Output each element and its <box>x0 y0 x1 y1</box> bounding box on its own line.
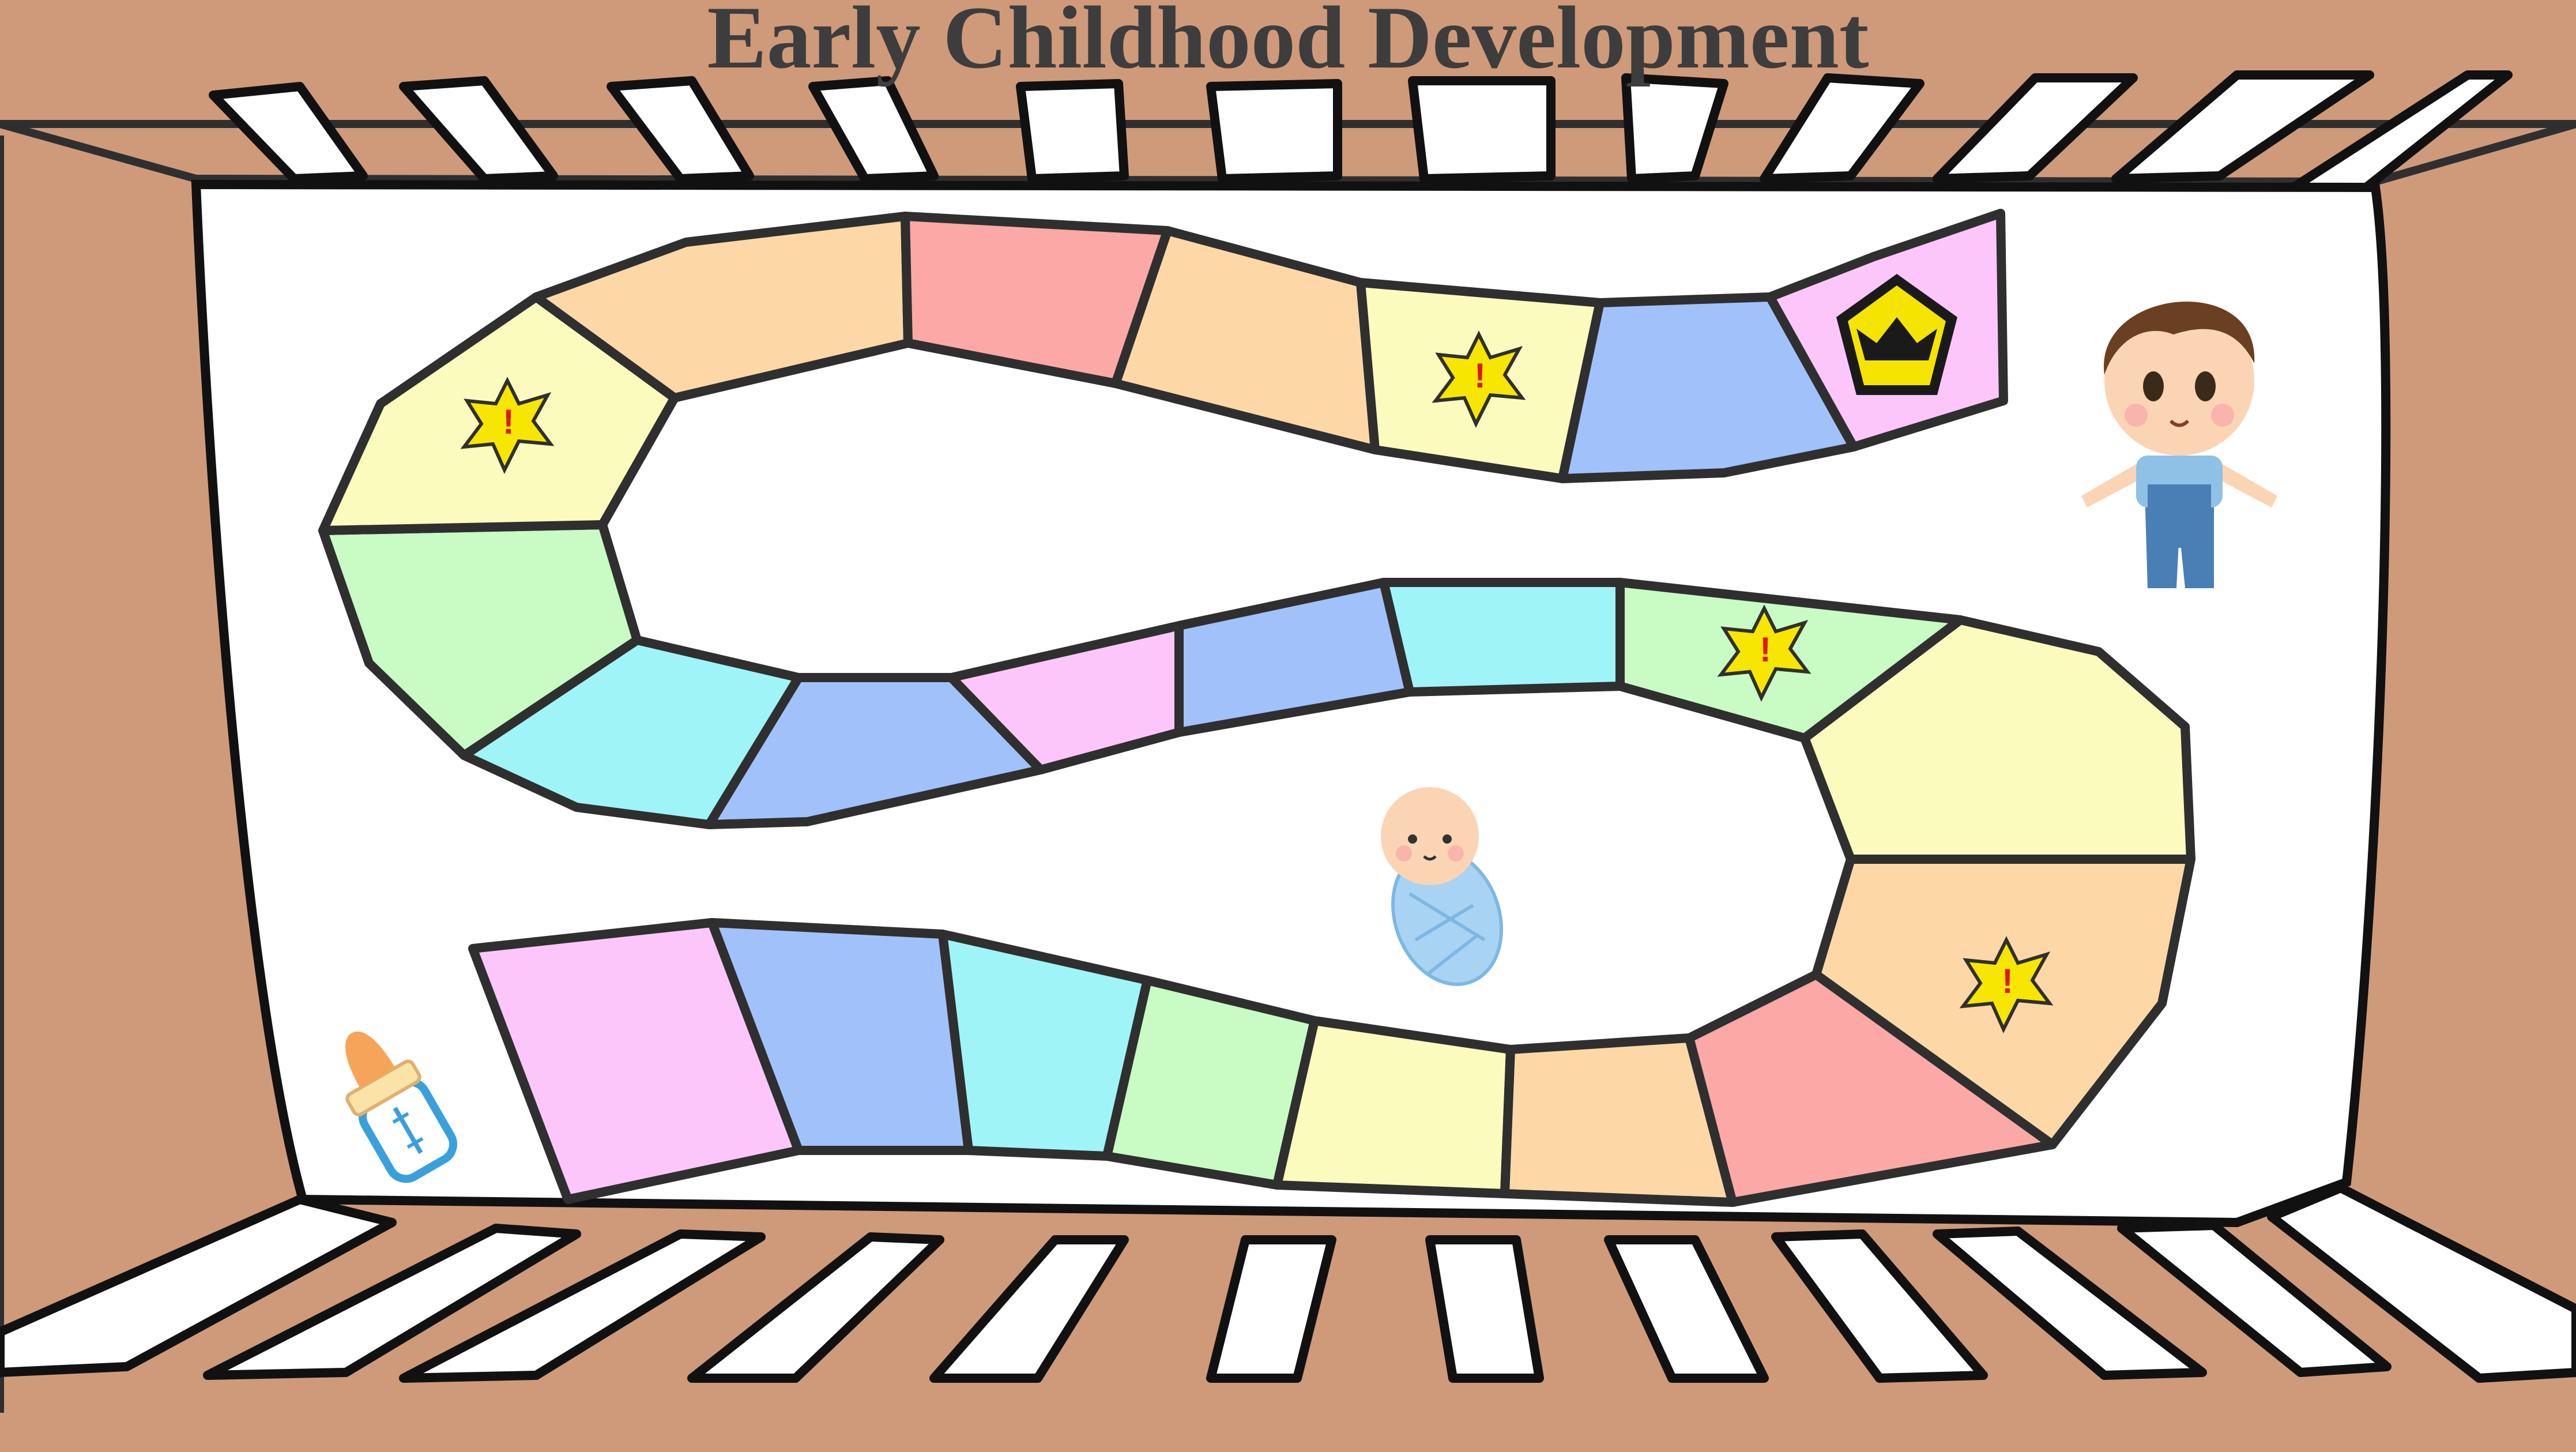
svg-text:!: ! <box>1474 356 1486 395</box>
path-space[interactable] <box>1272 1016 1515 1198</box>
path-space[interactable] <box>1379 578 1625 697</box>
crib-board-svg: ! ! ! ! <box>0 0 2576 1449</box>
game-board-scene: ! ! ! ! Early Childhood Development <box>0 0 2576 1449</box>
game-title: Early Childhood Development <box>707 0 1869 87</box>
svg-text:!: ! <box>503 403 514 441</box>
svg-text:!: ! <box>2002 962 2013 1000</box>
svg-text:!: ! <box>1760 630 1771 669</box>
